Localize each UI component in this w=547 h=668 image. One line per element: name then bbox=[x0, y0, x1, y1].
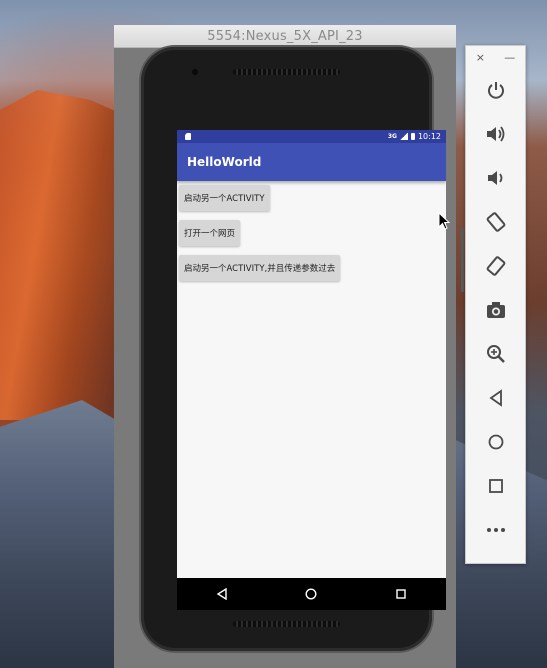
power-icon bbox=[487, 82, 504, 99]
overview-square-icon bbox=[396, 589, 406, 599]
more-button[interactable] bbox=[466, 508, 525, 552]
zoom-in-icon bbox=[486, 345, 505, 363]
phone-screen[interactable]: 3G 10:12 HelloWorld 启动另一个ACTIVITY 打开一个网页… bbox=[177, 130, 446, 610]
status-time: 10:12 bbox=[417, 132, 441, 141]
volume-up-button[interactable] bbox=[466, 112, 525, 156]
minimize-button[interactable]: — bbox=[504, 51, 515, 64]
back-icon bbox=[488, 389, 502, 407]
app-bar: HelloWorld bbox=[177, 143, 446, 181]
emulator-toolbar: × — bbox=[465, 45, 526, 564]
overview-button[interactable] bbox=[466, 464, 525, 508]
nav-back-button[interactable] bbox=[216, 588, 228, 600]
zoom-button[interactable] bbox=[466, 332, 525, 376]
home-button[interactable] bbox=[466, 420, 525, 464]
app-title: HelloWorld bbox=[187, 155, 262, 169]
camera-icon bbox=[486, 302, 505, 318]
overview-icon bbox=[488, 479, 503, 493]
front-camera bbox=[192, 69, 198, 75]
start-activity-with-params-button[interactable]: 启动另一个ACTIVITY,并且传递参数过去 bbox=[179, 255, 341, 281]
back-button[interactable] bbox=[466, 376, 525, 420]
emulator-window: 5554:Nexus_5X_API_23 3G 10:12 HelloWorld… bbox=[114, 25, 464, 668]
top-speaker-grille bbox=[233, 69, 340, 75]
navigation-bar bbox=[177, 578, 446, 610]
side-button[interactable] bbox=[461, 228, 464, 292]
home-circle-icon bbox=[305, 588, 317, 600]
sd-card-icon bbox=[185, 133, 191, 140]
rotate-left-icon bbox=[486, 212, 505, 232]
volume-up-icon bbox=[486, 126, 504, 142]
phone-frame: 3G 10:12 HelloWorld 启动另一个ACTIVITY 打开一个网页… bbox=[141, 47, 464, 651]
rotate-left-button[interactable] bbox=[466, 200, 525, 244]
volume-down-button[interactable] bbox=[466, 156, 525, 200]
rotate-right-button[interactable] bbox=[466, 244, 525, 288]
emulator-titlebar[interactable]: 5554:Nexus_5X_API_23 bbox=[114, 25, 456, 48]
open-webpage-button[interactable]: 打开一个网页 bbox=[179, 220, 241, 246]
home-icon bbox=[488, 434, 503, 450]
network-type: 3G bbox=[387, 133, 397, 140]
nav-home-button[interactable] bbox=[305, 588, 317, 600]
status-icons: 3G 10:12 bbox=[388, 132, 441, 141]
more-dots-icon bbox=[486, 528, 505, 532]
power-button[interactable] bbox=[466, 68, 525, 112]
status-bar: 3G 10:12 bbox=[177, 130, 446, 143]
activity-content: 启动另一个ACTIVITY 打开一个网页 启动另一个ACTIVITY,并且传递参… bbox=[177, 181, 446, 294]
rotate-right-icon bbox=[486, 256, 505, 276]
nav-overview-button[interactable] bbox=[395, 588, 407, 600]
mouse-cursor-icon bbox=[438, 212, 450, 230]
battery-icon bbox=[410, 133, 415, 140]
bottom-speaker-grille bbox=[233, 621, 340, 627]
screenshot-button[interactable] bbox=[466, 288, 525, 332]
back-triangle-icon bbox=[216, 588, 227, 600]
start-activity-button[interactable]: 启动另一个ACTIVITY bbox=[179, 185, 270, 211]
volume-down-icon bbox=[487, 171, 502, 185]
signal-icon bbox=[399, 133, 408, 140]
close-button[interactable]: × bbox=[476, 51, 485, 64]
toolbar-window-controls: × — bbox=[466, 46, 525, 68]
emulator-title: 5554:Nexus_5X_API_23 bbox=[207, 28, 363, 44]
